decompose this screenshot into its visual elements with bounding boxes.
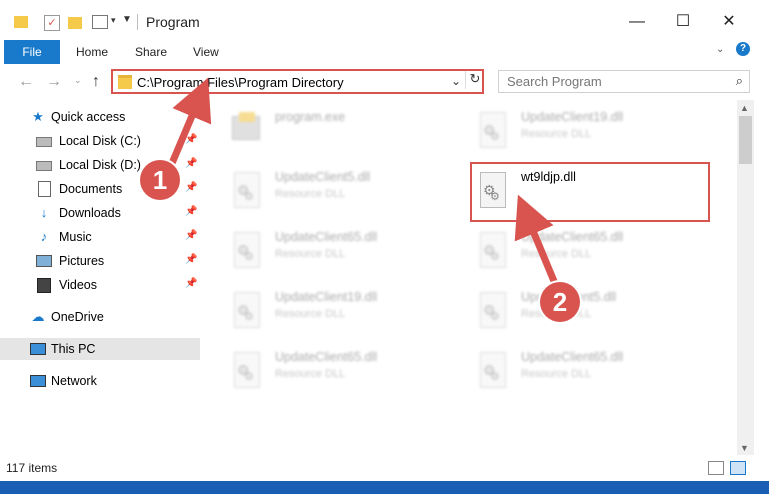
- details-view-icon[interactable]: [708, 461, 724, 475]
- callout-badge-2: 2: [540, 282, 580, 322]
- explorer-window: ✓ ▾ ▼ Program — ☐ ✕ File Home Share View…: [0, 0, 769, 481]
- scroll-up-icon[interactable]: ▲: [740, 103, 749, 113]
- vertical-scrollbar[interactable]: ▲ ▼: [737, 100, 754, 455]
- callout-arrows: [166, 77, 560, 288]
- callout-arrow-1: [166, 77, 212, 170]
- status-bar: 117 items: [0, 455, 769, 481]
- scrollbar-thumb[interactable]: [739, 116, 752, 164]
- callout-arrow-2: [514, 194, 560, 288]
- large-icons-view-icon[interactable]: [730, 461, 746, 475]
- callout-badge-1: 1: [140, 160, 180, 200]
- scroll-down-icon[interactable]: ▼: [740, 443, 749, 453]
- item-count: 117 items: [6, 461, 58, 475]
